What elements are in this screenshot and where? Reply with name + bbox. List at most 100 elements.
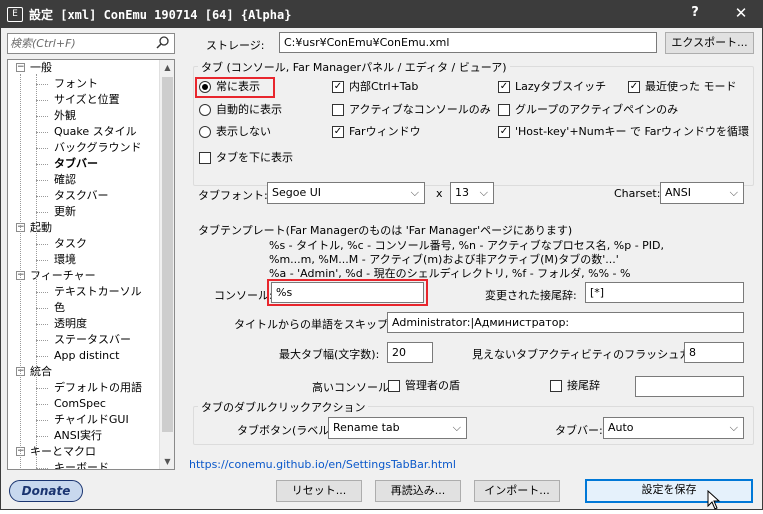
skip-words-input[interactable]: Administrator:|Администратор: (387, 312, 744, 333)
storage-label: ストレージ: (206, 39, 265, 52)
radio-icon[interactable] (199, 126, 211, 138)
export-button[interactable]: エクスポート... (665, 32, 754, 54)
charset-label: Charset: (614, 187, 661, 200)
tab-button-action-select[interactable]: Rename tab ⌵ (328, 417, 467, 439)
window-title: 設定 [xml] ConEmu 190714 [64] {Alpha} (29, 8, 292, 22)
chevron-down-icon[interactable]: ⌵ (453, 418, 461, 438)
tree-item[interactable]: キーボード (8, 460, 161, 469)
checkbox-icon[interactable] (550, 380, 562, 392)
tree-category[interactable]: − フィーチャー (8, 268, 161, 284)
tree-item[interactable]: 外観 (8, 108, 161, 124)
tab-font-select[interactable]: Segoe UI ⌵ (267, 182, 425, 204)
save-settings-button[interactable]: 設定を保存 (585, 479, 753, 503)
suffix-input[interactable] (635, 376, 744, 397)
tree-item[interactable]: ComSpec (8, 396, 161, 412)
tree-item[interactable]: 更新 (8, 204, 161, 220)
tree-item-label: フォント (54, 77, 98, 90)
title-bar[interactable]: E 設定 [xml] ConEmu 190714 [64] {Alpha} ? … (1, 1, 762, 28)
reload-button[interactable]: 再読込み... (375, 480, 461, 502)
tree-item-label: サイズと位置 (54, 93, 120, 106)
search-icon[interactable] (156, 35, 170, 53)
tree-item[interactable]: タスクバー (8, 188, 161, 204)
tree-item-label: バックグラウンド (54, 141, 142, 154)
checkbox-checked-icon[interactable]: ✓ (498, 81, 510, 93)
tree-item[interactable]: 色 (8, 300, 161, 316)
chevron-down-icon[interactable]: ⌵ (480, 183, 488, 203)
tree-item[interactable]: App distinct (8, 348, 161, 364)
checkbox-icon[interactable] (199, 152, 211, 164)
tree-item-label: 起動 (30, 221, 52, 234)
tree-item-label: 環境 (54, 253, 76, 266)
tree-item[interactable]: タブバー (8, 156, 161, 172)
tree-item-label: テキストカーソル (54, 285, 142, 298)
tree-item[interactable]: タスク (8, 236, 161, 252)
charset-select[interactable]: ANSI ⌵ (660, 182, 744, 204)
checkbox-hostkey-num-cycle-label: 'Host-key'+Numキー で Farウィンドウを循環 (515, 125, 750, 138)
tree-item[interactable]: 環境 (8, 252, 161, 268)
font-size-value: 13 (455, 186, 469, 199)
modified-suffix-input[interactable]: [*] (585, 282, 744, 303)
tree-connector-line (36, 340, 48, 341)
tree-item[interactable]: テキストカーソル (8, 284, 161, 300)
checkbox-checked-icon[interactable]: ✓ (332, 126, 344, 138)
checkbox-icon[interactable] (332, 104, 344, 116)
tree-item-label: チャイルドGUI (54, 413, 129, 426)
tree-item[interactable]: フォント (8, 76, 161, 92)
scroll-up-arrow-icon[interactable]: ▲ (160, 60, 174, 75)
scroll-down-arrow-icon[interactable]: ▼ (160, 454, 174, 469)
tree-item[interactable]: 確認 (8, 172, 161, 188)
high-console-label: 高いコンソール: (312, 381, 393, 394)
scroll-thumb[interactable] (162, 77, 173, 432)
max-tab-width-input[interactable]: 20 (387, 342, 433, 363)
tree-item[interactable]: チャイルドGUI (8, 412, 161, 428)
search-input[interactable] (10, 36, 150, 51)
checkbox-recent-mode-label: 最近使った モード (645, 80, 737, 93)
tree-item-label: ステータスバー (54, 333, 131, 346)
tree-item[interactable]: サイズと位置 (8, 92, 161, 108)
help-link[interactable]: https://conemu.github.io/en/SettingsTabB… (189, 458, 456, 471)
search-box (7, 33, 175, 54)
font-size-select[interactable]: 13 ⌵ (450, 182, 494, 204)
tabbar-action-select[interactable]: Auto ⌵ (603, 417, 744, 439)
tree-item[interactable]: 透明度 (8, 316, 161, 332)
tree-item-label: 色 (54, 301, 65, 314)
donate-button[interactable]: Donate (9, 480, 83, 502)
import-button[interactable]: インポート... (474, 480, 560, 502)
tree-item[interactable]: ステータスバー (8, 332, 161, 348)
help-button[interactable]: ? (683, 5, 707, 20)
tree-category[interactable]: − 統合 (8, 364, 161, 380)
storage-path-field[interactable]: C:¥usr¥ConEmu¥ConEmu.xml (279, 32, 657, 53)
radio-auto-show-label: 自動的に表示 (216, 103, 282, 116)
tree-connector-line (36, 404, 48, 405)
checkbox-checked-icon[interactable]: ✓ (332, 81, 344, 93)
tree-item[interactable]: バックグラウンド (8, 140, 161, 156)
checkbox-tabs-bottom-label: タブを下に表示 (216, 151, 293, 164)
chevron-down-icon[interactable]: ⌵ (730, 183, 738, 203)
template-heading: タブテンプレート(Far Managerのものは 'Far Manager'ペー… (198, 224, 573, 237)
checkbox-icon[interactable] (498, 104, 510, 116)
modified-suffix-label: 変更された接尾辞: (485, 289, 577, 302)
tree-item-label: Quake スタイル (54, 125, 137, 138)
checkbox-checked-icon[interactable]: ✓ (498, 126, 510, 138)
tree-connector-line (36, 388, 48, 389)
chevron-down-icon[interactable]: ⌵ (730, 418, 738, 438)
checkbox-icon[interactable] (388, 380, 400, 392)
tree-category[interactable]: − キーとマクロ (8, 444, 161, 460)
flash-count-input[interactable]: 8 (684, 342, 744, 363)
tree-connector-line (36, 212, 48, 213)
tree-category[interactable]: − 起動 (8, 220, 161, 236)
reset-button[interactable]: リセット... (276, 480, 362, 502)
tree-item-label: フィーチャー (30, 269, 96, 282)
tree-item[interactable]: ANSI実行 (8, 428, 161, 444)
tree-collapse-icon[interactable]: − (16, 63, 25, 72)
tree-item[interactable]: デフォルトの用語 (8, 380, 161, 396)
chevron-down-icon[interactable]: ⌵ (411, 183, 419, 203)
tree-category[interactable]: − 一般 (8, 60, 161, 76)
tree-connector-line (36, 74, 37, 469)
tree-item[interactable]: Quake スタイル (8, 124, 161, 140)
checkbox-checked-icon[interactable]: ✓ (628, 81, 640, 93)
close-button[interactable]: ✕ (726, 4, 756, 22)
tree-scrollbar[interactable]: ▲ ▼ (159, 60, 174, 469)
radio-icon[interactable] (199, 104, 211, 116)
checkbox-far-windows-label: Farウィンドウ (349, 125, 421, 138)
